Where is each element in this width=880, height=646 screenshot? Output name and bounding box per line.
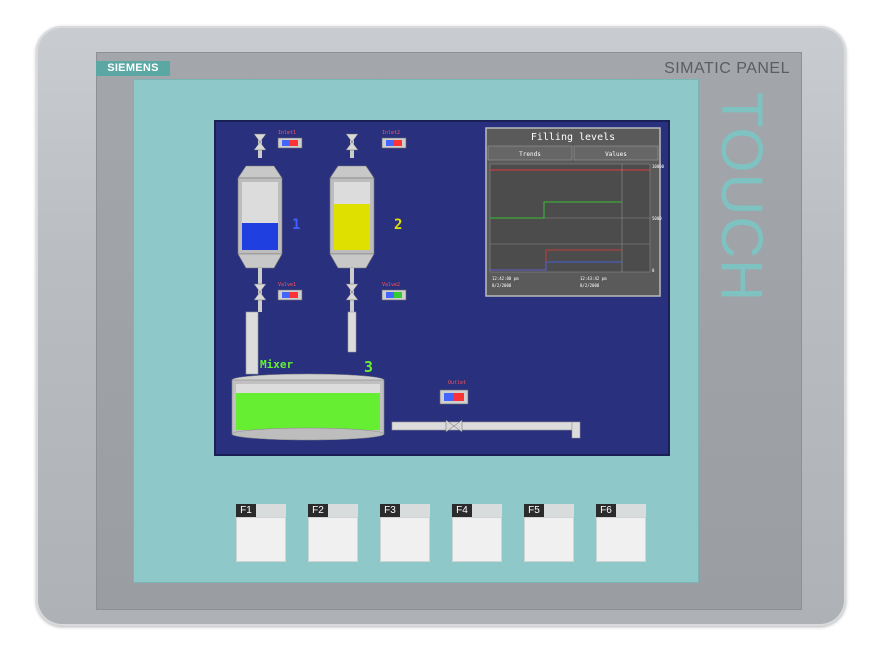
- tab-trends[interactable]: Trends: [519, 151, 541, 158]
- mixer-level: [236, 393, 380, 430]
- trend-y-tick: 5000: [652, 216, 662, 221]
- tank-2-number: 2: [394, 217, 402, 233]
- trend-y-tick: 10000: [652, 164, 665, 169]
- f6-key-corner: [616, 504, 646, 517]
- tank-1-number: 1: [292, 217, 300, 233]
- f5-key[interactable]: F5: [524, 504, 574, 562]
- f1-label: F1: [236, 504, 256, 517]
- trend-x-label: 8/2/2008: [580, 283, 600, 288]
- function-keys: F1 F2 F3 F4 F5 F6: [236, 504, 656, 564]
- tank-1[interactable]: 1: [237, 133, 300, 278]
- f1-key[interactable]: F1: [236, 504, 286, 562]
- f2-label: F2: [308, 504, 328, 517]
- trend-title: Filling levels: [531, 132, 615, 143]
- f4-button[interactable]: [452, 517, 502, 562]
- f3-key-corner: [400, 504, 430, 517]
- tank-2-level: [334, 204, 370, 250]
- hmi-screen[interactable]: 1 2 Inlet1 Inlet2 Valve1 Valve2 Mixer 3 …: [214, 120, 670, 456]
- valve-2[interactable]: Valve2: [345, 278, 407, 312]
- tab-values[interactable]: Values: [605, 151, 627, 158]
- inlet-1-valve[interactable]: Inlet1: [277, 130, 303, 149]
- f1-key-corner: [256, 504, 286, 517]
- trend-x-label: 8/2/2008: [492, 283, 512, 288]
- f3-button[interactable]: [380, 517, 430, 562]
- inlet-1-label: Inlet1: [278, 130, 296, 136]
- f6-button[interactable]: [596, 517, 646, 562]
- outlet-label: Outlet: [448, 380, 466, 386]
- f5-key-corner: [544, 504, 574, 517]
- f6-key[interactable]: F6: [596, 504, 646, 562]
- inlet-2-label: Inlet2: [382, 130, 400, 136]
- f1-button[interactable]: [236, 517, 286, 562]
- trend-x-label: 12:42:00 pm: [492, 276, 519, 281]
- f2-key[interactable]: F2: [308, 504, 358, 562]
- tank-2[interactable]: 2: [329, 133, 402, 278]
- f3-label: F3: [380, 504, 400, 517]
- f2-button[interactable]: [308, 517, 358, 562]
- hmi-process-graphic: 1 2 Inlet1 Inlet2 Valve1 Valve2 Mixer 3 …: [231, 127, 665, 441]
- valve-1[interactable]: Valve1: [253, 278, 303, 312]
- tank-1-level: [242, 223, 278, 250]
- model-touch-label: TOUCH: [709, 92, 774, 303]
- valve-1-label: Valve1: [278, 282, 296, 288]
- f2-key-corner: [328, 504, 358, 517]
- brand-logo: SIEMENS: [96, 61, 170, 76]
- pipe-2: [347, 311, 357, 353]
- trend-x-label: 12:43:42 pm: [580, 276, 607, 281]
- f3-key[interactable]: F3: [380, 504, 430, 562]
- f4-key[interactable]: F4: [452, 504, 502, 562]
- trend-window[interactable]: Filling levels Trends Values 10000 5000 …: [485, 127, 665, 297]
- model-name: SIMATIC PANEL: [664, 60, 790, 77]
- f5-label: F5: [524, 504, 544, 517]
- f5-button[interactable]: [524, 517, 574, 562]
- mixer-number: 3: [364, 358, 373, 376]
- mixer-label: Mixer: [260, 358, 293, 371]
- valve-2-label: Valve2: [382, 282, 400, 288]
- f4-key-corner: [472, 504, 502, 517]
- outlet-valve[interactable]: Outlet: [391, 380, 581, 439]
- inlet-2-valve[interactable]: Inlet2: [381, 130, 407, 149]
- pipe-1: [245, 311, 259, 375]
- f6-label: F6: [596, 504, 616, 517]
- f4-label: F4: [452, 504, 472, 517]
